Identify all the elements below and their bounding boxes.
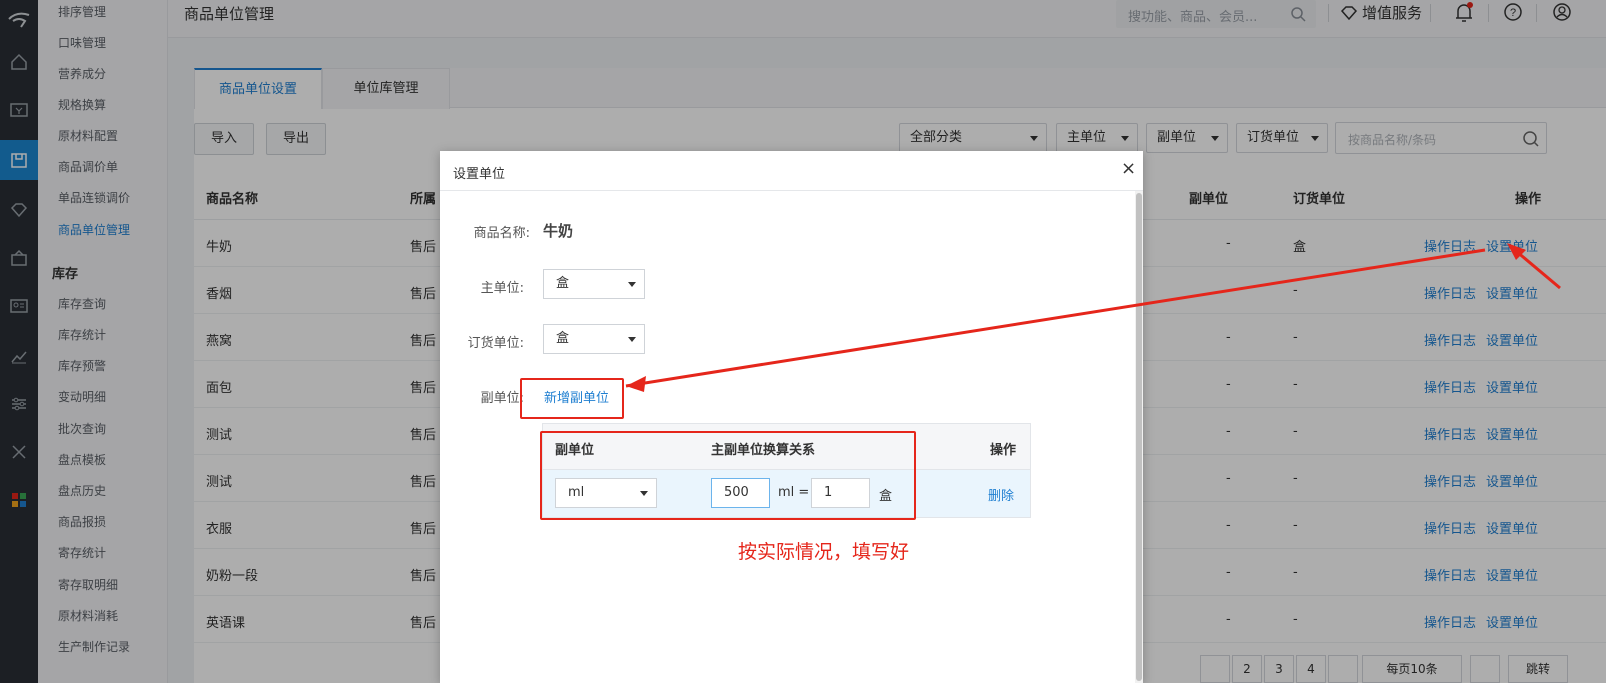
annotation-arrows <box>625 243 1561 392</box>
